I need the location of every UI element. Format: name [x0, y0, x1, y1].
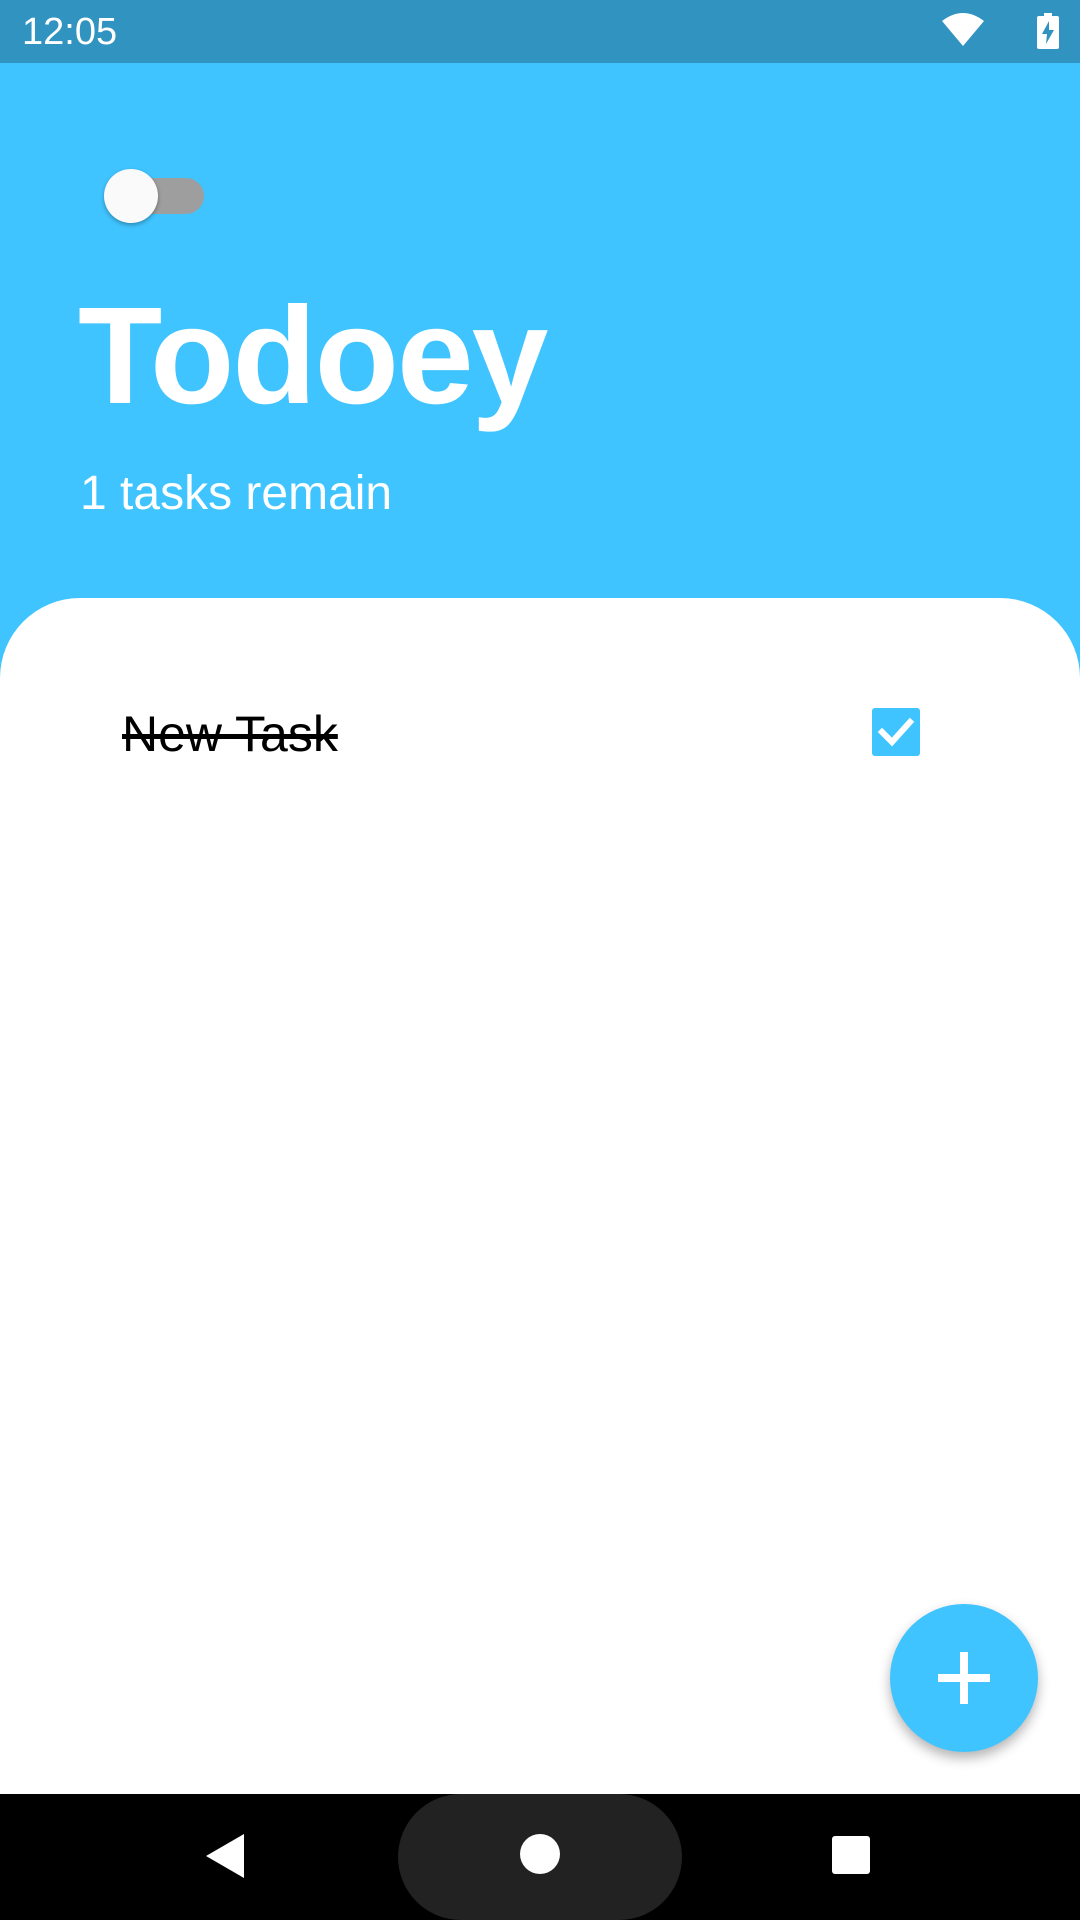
- app-screen: 12:05 Todoey 1 tasks remain New Task: [0, 0, 1080, 1920]
- home-icon[interactable]: [520, 1834, 560, 1874]
- status-time: 12:05: [22, 11, 118, 53]
- switch-thumb: [104, 169, 158, 223]
- status-bar: 12:05: [0, 0, 1080, 63]
- back-icon[interactable]: [204, 1832, 246, 1880]
- navigation-bar: [0, 1794, 1080, 1920]
- app-title: Todoey: [78, 279, 548, 433]
- plus-icon: [938, 1652, 990, 1704]
- add-task-button[interactable]: [890, 1604, 1038, 1752]
- task-title[interactable]: New Task: [122, 706, 338, 762]
- check-icon: [877, 717, 915, 747]
- battery-charging-icon: [1037, 13, 1059, 49]
- task-list-panel: New Task: [0, 598, 1080, 1794]
- task-done-checkbox[interactable]: [872, 708, 920, 756]
- theme-toggle-switch[interactable]: [104, 168, 204, 223]
- wifi-icon: [942, 13, 984, 46]
- tasks-remaining-count: 1 tasks remain: [80, 467, 393, 520]
- task-list-item[interactable]: New Task: [0, 694, 1080, 774]
- recents-icon[interactable]: [832, 1836, 870, 1874]
